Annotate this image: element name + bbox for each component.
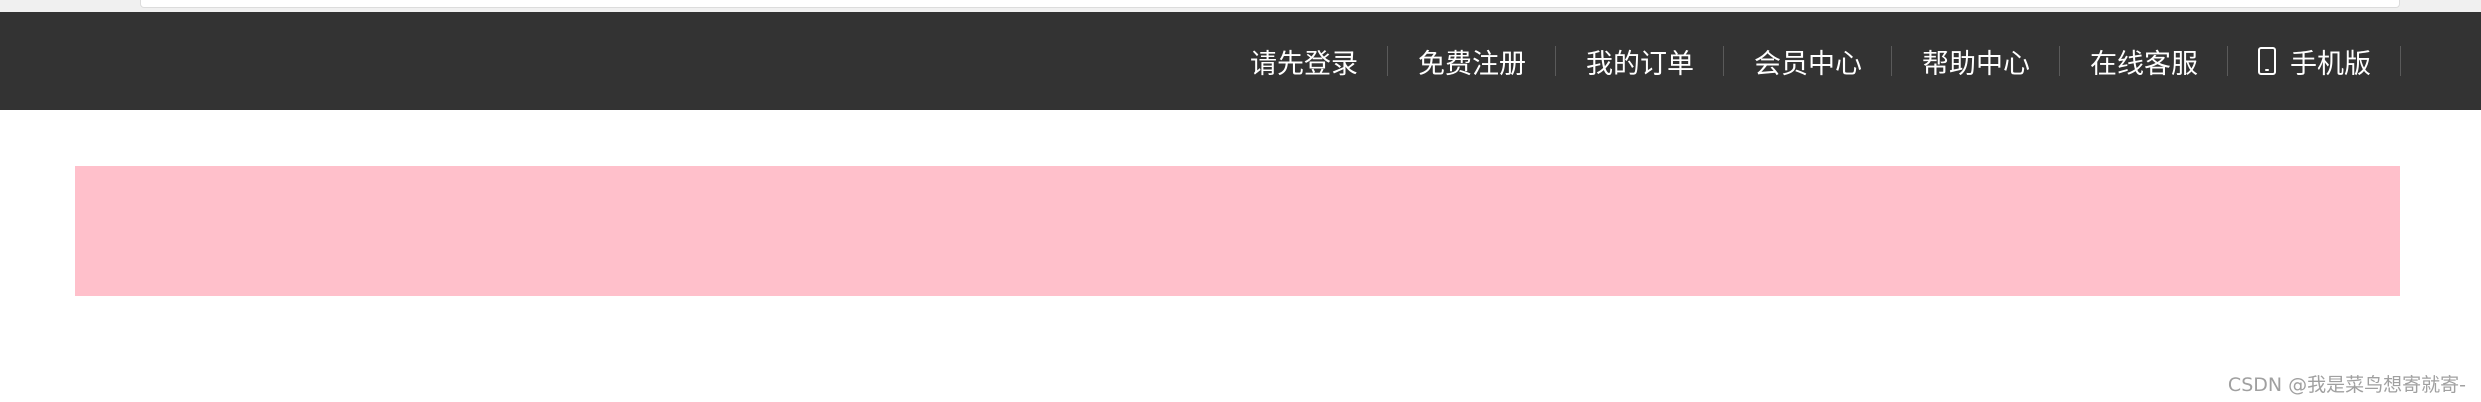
- strip-edge: [140, 0, 2400, 8]
- nav-item-label: 会员中心: [1754, 48, 1862, 80]
- nav-item-mobile[interactable]: 手机版: [2228, 12, 2401, 110]
- nav-item-login[interactable]: 请先登录: [1220, 12, 1388, 110]
- pink-banner: [75, 166, 2400, 296]
- nav-item-online-service[interactable]: 在线客服: [2060, 12, 2228, 110]
- nav-item-my-orders[interactable]: 我的订单: [1556, 12, 1724, 110]
- browser-top-strip: [0, 0, 2481, 12]
- nav-item-label: 帮助中心: [1922, 48, 2030, 80]
- nav-item-label: 请先登录: [1250, 48, 1358, 80]
- nav-item-label: 在线客服: [2090, 48, 2198, 80]
- top-navbar: 请先登录 免费注册 我的订单 会员中心 帮助中心 在线客服 手机版: [0, 12, 2481, 110]
- nav-item-register[interactable]: 免费注册: [1388, 12, 1556, 110]
- nav-item-label: 我的订单: [1586, 48, 1694, 80]
- mobile-phone-icon: [2258, 47, 2276, 75]
- nav-item-help-center[interactable]: 帮助中心: [1892, 12, 2060, 110]
- nav-list: 请先登录 免费注册 我的订单 会员中心 帮助中心 在线客服 手机版: [1220, 12, 2401, 110]
- nav-item-label: 免费注册: [1418, 48, 1526, 80]
- watermark: CSDN @我是菜鸟想寄就寄-: [2227, 374, 2466, 396]
- nav-item-label: 手机版: [2290, 48, 2371, 80]
- nav-item-member-center[interactable]: 会员中心: [1724, 12, 1892, 110]
